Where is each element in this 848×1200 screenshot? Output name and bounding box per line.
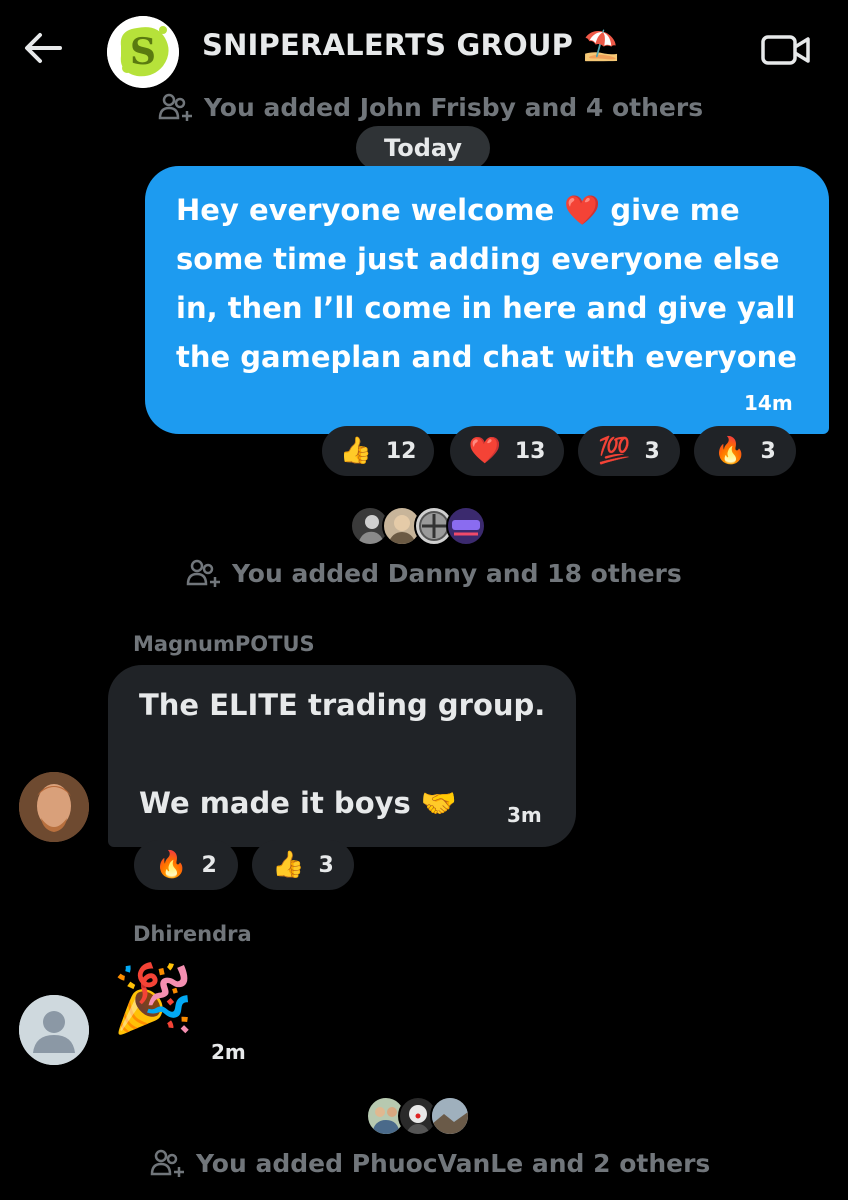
message-line: in, then I’ll come in here and give yall xyxy=(176,291,796,325)
avatar[interactable] xyxy=(19,995,89,1065)
reaction-count: 12 xyxy=(385,438,417,464)
landscape-photo-icon xyxy=(432,1098,468,1134)
system-event-text: You added Danny and 18 others xyxy=(232,558,682,588)
system-event: You added PhuocVanLe and 2 others xyxy=(150,1148,710,1178)
video-camera-icon xyxy=(761,35,810,65)
reaction-count: 3 xyxy=(318,852,334,878)
reaction-count: 13 xyxy=(514,438,546,464)
add-people-icon xyxy=(186,559,220,587)
back-button[interactable] xyxy=(18,26,66,70)
message-line: We made it boys 🤝 xyxy=(139,786,457,820)
party-popper-emoji[interactable]: 🎉 xyxy=(112,966,194,1032)
system-event: You added Danny and 18 others xyxy=(186,558,682,588)
reaction-hundred[interactable]: 💯 3 xyxy=(578,426,680,476)
message-line: Hey everyone welcome ❤️ give me xyxy=(176,193,740,227)
thumbs-up-emoji: 👍 xyxy=(339,436,372,466)
add-people-icon xyxy=(158,93,192,121)
group-title-text: SNIPERALERTS GROUP xyxy=(202,28,574,62)
message-timestamp: 14m xyxy=(744,391,793,415)
group-title[interactable]: SNIPERALERTS GROUP ⛱️ xyxy=(202,28,620,63)
read-receipts[interactable] xyxy=(350,506,486,546)
message-line: The ELITE trading group. xyxy=(139,688,546,722)
heart-emoji: ❤️ xyxy=(468,436,501,466)
reaction-fire[interactable]: 🔥 2 xyxy=(134,840,238,890)
add-people-icon xyxy=(150,1149,184,1177)
hundred-points-emoji: 💯 xyxy=(598,436,631,466)
sent-message-text: Hey everyone welcome ❤️ give me some tim… xyxy=(176,186,816,382)
gamer-logo-icon xyxy=(452,520,480,536)
avatar xyxy=(430,1096,470,1136)
svg-text:S: S xyxy=(130,31,156,73)
reaction-thumbs-up[interactable]: 👍 12 xyxy=(322,426,434,476)
date-divider-label: Today xyxy=(384,134,462,162)
system-event-text: You added PhuocVanLe and 2 others xyxy=(196,1148,711,1178)
group-avatar[interactable]: S xyxy=(107,16,179,88)
date-divider: Today xyxy=(356,126,490,170)
thumbs-up-emoji: 👍 xyxy=(272,850,305,880)
read-receipts[interactable] xyxy=(366,1096,470,1136)
avatar xyxy=(446,506,486,546)
video-call-button[interactable] xyxy=(760,30,812,70)
user-photo-icon xyxy=(19,772,89,842)
arrow-left-icon xyxy=(25,33,62,63)
reaction-count: 3 xyxy=(644,438,660,464)
message-line: some time just adding everyone else xyxy=(176,242,780,276)
reaction-count: 2 xyxy=(201,852,217,878)
default-avatar-icon xyxy=(19,995,89,1065)
sender-name[interactable]: MagnumPOTUS xyxy=(133,632,315,656)
message-timestamp: 3m xyxy=(507,803,542,827)
fire-emoji: 🔥 xyxy=(714,436,747,466)
message-timestamp: 2m xyxy=(211,1040,246,1064)
fire-emoji: 🔥 xyxy=(155,850,188,880)
sniper-logo-icon: S xyxy=(107,16,179,88)
message-line: the gameplan and chat with everyone xyxy=(176,340,797,374)
sender-name[interactable]: Dhirendra xyxy=(133,922,252,946)
beach-umbrella-emoji: ⛱️ xyxy=(583,28,620,62)
reaction-heart[interactable]: ❤️ 13 xyxy=(450,426,564,476)
reaction-fire[interactable]: 🔥 3 xyxy=(694,426,796,476)
reaction-count: 3 xyxy=(760,438,776,464)
system-event-text: You added John Frisby and 4 others xyxy=(204,92,704,122)
avatar[interactable] xyxy=(19,772,89,842)
system-event: You added John Frisby and 4 others xyxy=(158,92,703,122)
reaction-thumbs-up[interactable]: 👍 3 xyxy=(252,840,354,890)
